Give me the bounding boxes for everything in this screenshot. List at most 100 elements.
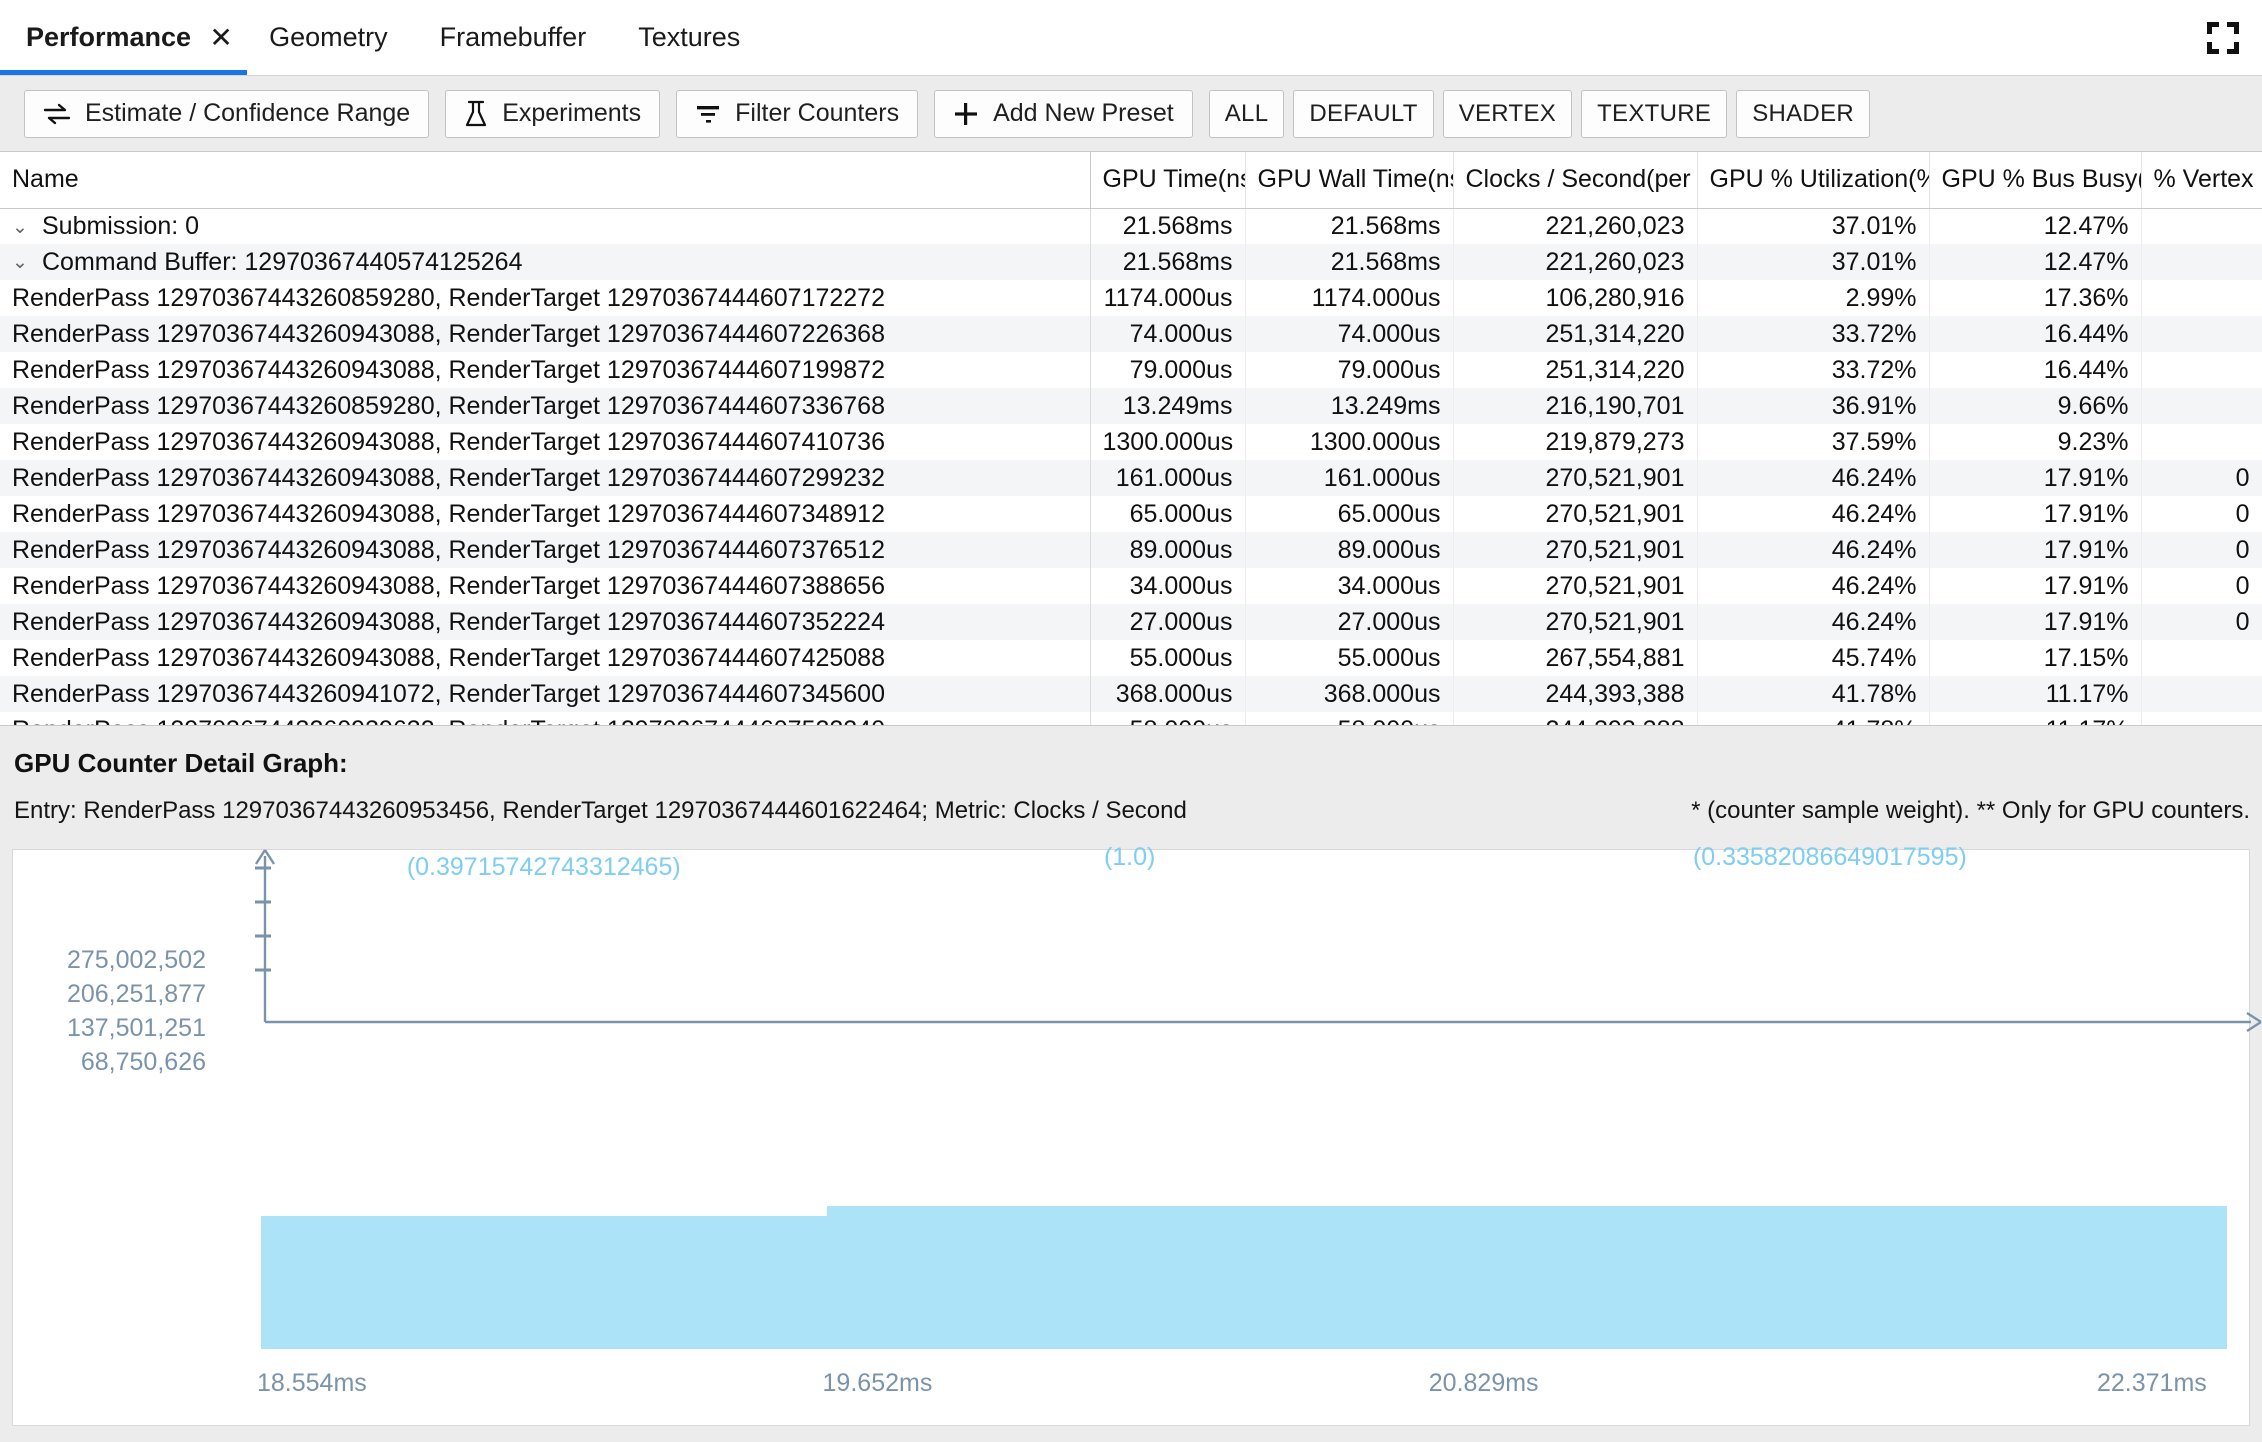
tab-geometry[interactable]: Geometry	[243, 0, 414, 75]
tab-performance-close-button[interactable]: ✕	[185, 0, 248, 75]
column-header-clocks-per-second[interactable]: Clocks / Second(per s)	[1453, 152, 1698, 209]
close-icon: ✕	[209, 22, 233, 53]
table-row[interactable]: RenderPass 12970367443260859280, RenderT…	[0, 388, 2262, 424]
row-gpu-wall-time-cell: 13.249ms	[1245, 388, 1454, 424]
filter-icon	[695, 102, 721, 126]
experiments-label: Experiments	[502, 99, 642, 127]
table-row[interactable]: RenderPass 12970367443260943088, RenderT…	[0, 424, 2262, 460]
row-clocks-cell: 221,260,023	[1453, 244, 1698, 280]
row-bus-busy-cell: 17.15%	[1929, 640, 2142, 676]
row-name-label: RenderPass 12970367443260859280, RenderT…	[12, 283, 885, 312]
row-name-label: Command Buffer: 12970367440574125264	[42, 247, 523, 276]
chart-y-axis-labels: 275,002,502 206,251,877 137,501,251 68,750,…	[13, 850, 218, 1425]
table-body: ⌄ Submission: 0 21.568ms 21.568ms 221,260,02…	[0, 208, 2262, 725]
table-row[interactable]: RenderPass 12970367443260939632, RenderT…	[0, 712, 2262, 725]
chart-step-value-label: (0.33582086649017595)	[1692, 843, 1967, 872]
swap-arrows-icon	[43, 103, 71, 125]
chart-series-area: (0.39715742743312465) (1.0) (0.33582086649…	[261, 843, 2227, 1349]
row-clocks-cell: 270,521,901	[1453, 568, 1698, 604]
row-clocks-cell: 244,393,388	[1453, 712, 1698, 725]
tab-performance[interactable]: Performance	[0, 0, 200, 75]
filter-counters-button[interactable]: Filter Counters	[676, 89, 919, 138]
table-row[interactable]: RenderPass 12970367443260943088, RenderT…	[0, 460, 2262, 496]
row-utilization-cell: 46.24%	[1697, 532, 1930, 568]
row-gpu-time-cell: 58.000us	[1090, 712, 1246, 725]
row-gpu-wall-time-cell: 161.000us	[1245, 460, 1454, 496]
graph-entry-label: Entry: RenderPass 12970367443260953456, …	[14, 797, 1187, 824]
column-header-gpu-wall-time[interactable]: GPU Wall Time(ns)	[1245, 152, 1454, 209]
add-new-preset-button[interactable]: Add New Preset	[934, 89, 1193, 138]
chart-step-segment	[1432, 1206, 2227, 1349]
experiments-button[interactable]: Experiments	[445, 89, 661, 138]
row-name-cell: RenderPass 12970367443260943088, RenderT…	[0, 604, 1091, 640]
column-header-percent-vertex[interactable]: % Vertex	[2141, 152, 2262, 209]
x-axis-tick-label: 20.829ms	[1428, 1369, 1539, 1397]
tab-framebuffer[interactable]: Framebuffer	[414, 0, 613, 75]
preset-shader-button[interactable]: SHADER	[1736, 89, 1871, 138]
row-name-cell: RenderPass 12970367443260943088, RenderT…	[0, 460, 1091, 496]
row-name-cell: ⌄ Command Buffer: 12970367440574125264	[0, 244, 1091, 280]
table-row[interactable]: RenderPass 12970367443260941072, RenderT…	[0, 676, 2262, 712]
table-row[interactable]: RenderPass 12970367443260943088, RenderT…	[0, 568, 2262, 604]
chevron-down-icon[interactable]: ⌄	[12, 216, 42, 239]
row-bus-busy-cell: 16.44%	[1929, 352, 2142, 388]
row-name-cell: RenderPass 12970367443260943088, RenderT…	[0, 496, 1091, 532]
add-new-preset-label: Add New Preset	[993, 99, 1174, 127]
row-gpu-time-cell: 13.249ms	[1090, 388, 1246, 424]
counter-detail-chart[interactable]: 275,002,502 206,251,877 137,501,251 68,750,…	[12, 843, 2262, 1426]
row-utilization-cell: 33.72%	[1697, 316, 1930, 352]
row-clocks-cell: 216,190,701	[1453, 388, 1698, 424]
row-name-label: RenderPass 12970367443260943088, RenderT…	[12, 571, 885, 600]
table-row[interactable]: RenderPass 12970367443260943088, RenderT…	[0, 352, 2262, 388]
row-gpu-time-cell: 1300.000us	[1090, 424, 1246, 460]
table-row[interactable]: RenderPass 12970367443260943088, RenderT…	[0, 532, 2262, 568]
tab-textures[interactable]: Textures	[612, 0, 766, 75]
flask-icon	[464, 100, 488, 128]
row-clocks-cell: 270,521,901	[1453, 496, 1698, 532]
row-clocks-cell: 270,521,901	[1453, 532, 1698, 568]
table-row[interactable]: ⌄ Submission: 0 21.568ms 21.568ms 221,260,02…	[0, 208, 2262, 244]
table-row[interactable]: RenderPass 12970367443260859280, RenderT…	[0, 280, 2262, 316]
row-gpu-wall-time-cell: 89.000us	[1245, 532, 1454, 568]
table-row[interactable]: RenderPass 12970367443260943088, RenderT…	[0, 316, 2262, 352]
row-gpu-time-cell: 34.000us	[1090, 568, 1246, 604]
table-row[interactable]: ⌄ Command Buffer: 12970367440574125264 21.…	[0, 244, 2262, 280]
row-clocks-cell: 221,260,023	[1453, 208, 1698, 244]
row-clocks-cell: 270,521,901	[1453, 460, 1698, 496]
preset-vertex-button[interactable]: VERTEX	[1442, 89, 1573, 138]
row-bus-busy-cell: 16.44%	[1929, 316, 2142, 352]
tab-geometry-label: Geometry	[269, 22, 388, 52]
column-header-gpu-bus-busy[interactable]: GPU % Bus Busy(%)	[1929, 152, 2142, 209]
column-header-gpu-time[interactable]: GPU Time(ns)	[1090, 152, 1246, 209]
row-utilization-cell: 37.01%	[1697, 244, 1930, 280]
row-clocks-cell: 267,554,881	[1453, 640, 1698, 676]
table-row[interactable]: RenderPass 12970367443260943088, RenderT…	[0, 496, 2262, 532]
row-gpu-time-cell: 65.000us	[1090, 496, 1246, 532]
chart-step-value-label: (0.39715742743312465)	[406, 853, 681, 882]
table-row[interactable]: RenderPass 12970367443260943088, RenderT…	[0, 640, 2262, 676]
table-row[interactable]: RenderPass 12970367443260943088, RenderT…	[0, 604, 2262, 640]
preset-default-label: DEFAULT	[1309, 99, 1418, 127]
counters-table-container[interactable]: Name GPU Time(ns) GPU Wall Time(ns) Cloc…	[0, 152, 2262, 726]
column-header-gpu-utilization[interactable]: GPU % Utilization(%)	[1697, 152, 1930, 209]
preset-all-button[interactable]: ALL	[1208, 89, 1285, 138]
fullscreen-icon[interactable]	[2206, 21, 2240, 55]
row-percent-vertex-cell	[2141, 280, 2262, 316]
row-name-cell: RenderPass 12970367443260859280, RenderT…	[0, 280, 1091, 316]
x-axis-tick-label: 22.371ms	[2097, 1369, 2207, 1397]
row-name-cell: RenderPass 12970367443260943088, RenderT…	[0, 316, 1091, 352]
row-clocks-cell: 244,393,388	[1453, 676, 1698, 712]
preset-default-button[interactable]: DEFAULT	[1293, 89, 1434, 138]
chevron-down-icon[interactable]: ⌄	[12, 251, 42, 274]
row-gpu-time-cell: 27.000us	[1090, 604, 1246, 640]
estimate-confidence-range-button[interactable]: Estimate / Confidence Range	[24, 89, 430, 138]
row-name-cell: RenderPass 12970367443260943088, RenderT…	[0, 568, 1091, 604]
row-percent-vertex-cell	[2141, 424, 2262, 460]
preset-texture-button[interactable]: TEXTURE	[1581, 89, 1728, 138]
row-name-cell: ⌄ Submission: 0	[0, 208, 1091, 244]
row-gpu-time-cell: 74.000us	[1090, 316, 1246, 352]
column-header-name[interactable]: Name	[0, 152, 1091, 209]
row-name-cell: RenderPass 12970367443260943088, RenderT…	[0, 424, 1091, 460]
row-name-label: RenderPass 12970367443260943088, RenderT…	[12, 499, 885, 528]
row-utilization-cell: 46.24%	[1697, 460, 1930, 496]
